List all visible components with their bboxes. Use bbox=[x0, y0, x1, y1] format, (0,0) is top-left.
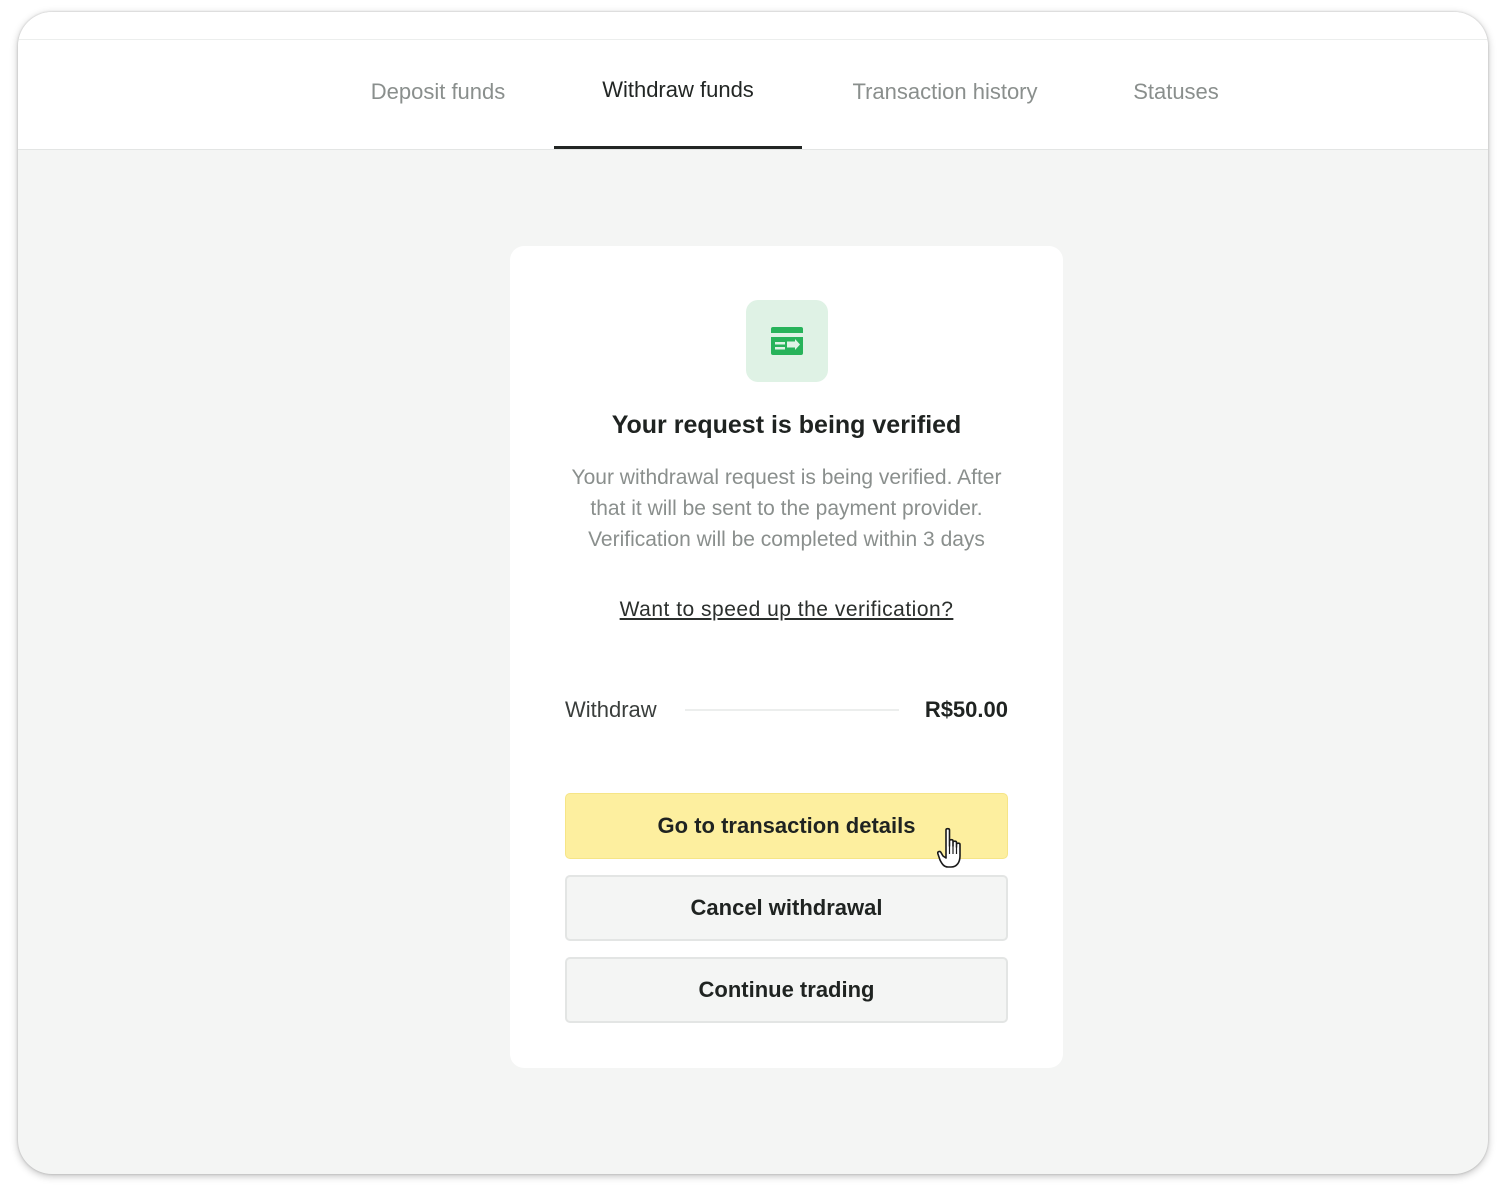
tab-deposit-funds[interactable]: Deposit funds bbox=[348, 40, 528, 149]
tab-label: Transaction history bbox=[852, 78, 1038, 104]
hand-pointer-cursor-icon bbox=[937, 827, 961, 868]
app-window: Deposit funds Withdraw funds Transaction… bbox=[18, 12, 1488, 1174]
verification-description: Your withdrawal request is being verifie… bbox=[571, 466, 1002, 551]
tab-label: Deposit funds bbox=[370, 78, 506, 104]
top-navigation: Deposit funds Withdraw funds Transaction… bbox=[18, 12, 1488, 150]
withdraw-label: Withdraw bbox=[565, 697, 657, 722]
tab-statuses[interactable]: Statuses bbox=[1114, 40, 1238, 149]
continue-trading-button[interactable]: Continue trading bbox=[565, 957, 1008, 1023]
verification-title: Your request is being verified bbox=[611, 411, 962, 439]
withdraw-amount: R$50.00 bbox=[924, 697, 1008, 722]
tab-label: Statuses bbox=[1133, 78, 1219, 104]
tab-label: Withdraw funds bbox=[602, 77, 754, 102]
card-transfer-icon bbox=[771, 327, 803, 355]
tab-bar: Deposit funds Withdraw funds Transaction… bbox=[18, 40, 1488, 149]
speed-up-verification-link[interactable]: Want to speed up the verification? bbox=[510, 598, 1063, 622]
verification-card: Your request is being verified Your with… bbox=[510, 246, 1063, 1068]
cancel-withdrawal-button[interactable]: Cancel withdrawal bbox=[565, 875, 1008, 941]
tab-withdraw-funds[interactable]: Withdraw funds bbox=[554, 40, 802, 149]
withdraw-divider bbox=[684, 709, 899, 711]
tab-transaction-history[interactable]: Transaction history bbox=[828, 40, 1062, 149]
withdraw-summary-row: Withdraw R$50.00 bbox=[565, 694, 1008, 726]
card-transfer-icon-container bbox=[746, 300, 828, 382]
